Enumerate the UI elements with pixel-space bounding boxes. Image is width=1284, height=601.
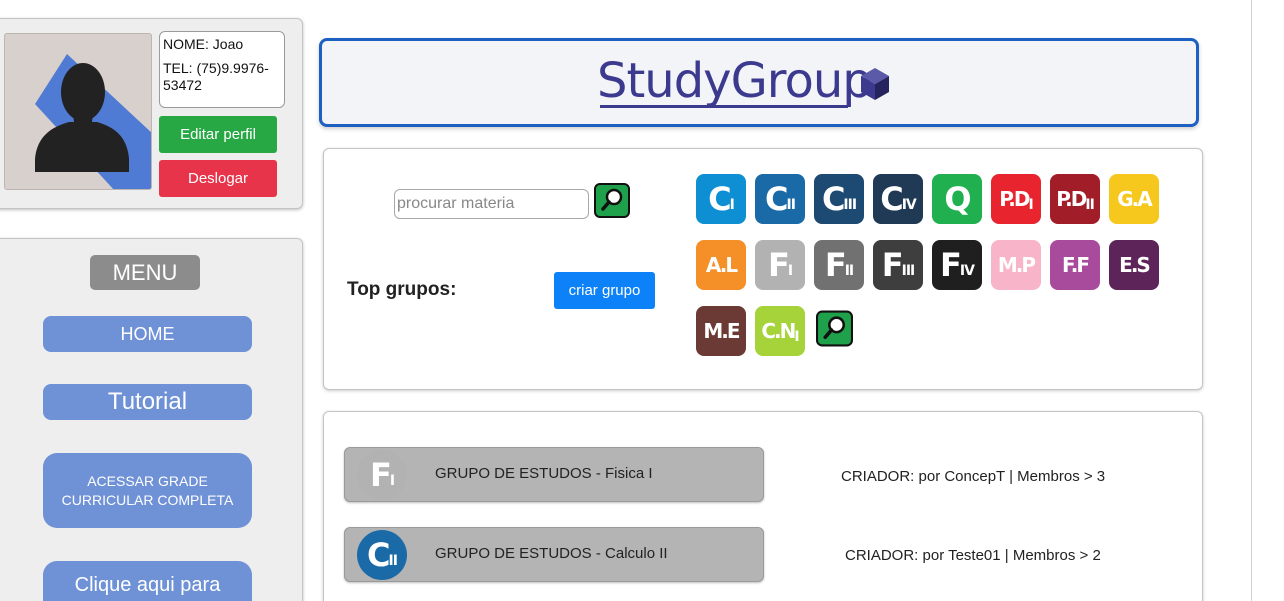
subject-tile-sub: II xyxy=(786,197,796,213)
group-meta: CRIADOR: por ConcepT | Membros > 3 xyxy=(841,468,1106,485)
subject-tile-label: P.D xyxy=(1056,187,1087,211)
group-icon-label: C xyxy=(367,536,391,574)
logo-text: StudyGroup xyxy=(597,53,873,109)
subject-tile[interactable]: M.P xyxy=(991,240,1041,290)
group-icon-sub: II xyxy=(388,553,398,569)
logo-banner: StudyGroup xyxy=(319,38,1199,127)
group-subject-icon: FI xyxy=(357,450,407,500)
subject-tile[interactable]: M.E xyxy=(696,306,746,356)
search-panel: Top grupos: criar grupo CICIICIIICIVQP.D… xyxy=(323,148,1203,390)
logout-button[interactable]: Deslogar xyxy=(159,160,277,197)
subject-tile-label: P.D xyxy=(999,187,1030,211)
subject-tile-sub: II xyxy=(1085,197,1094,213)
page-edge xyxy=(1251,0,1252,601)
menu-grade-button[interactable]: ACESSAR GRADE CURRICULAR COMPLETA xyxy=(43,453,252,528)
subject-tile[interactable]: FI xyxy=(755,240,805,290)
subject-tile[interactable]: F II xyxy=(814,240,864,290)
subject-tile-label: F xyxy=(940,246,962,284)
subject-tile[interactable]: A.L xyxy=(696,240,746,290)
group-row[interactable]: FI GRUPO DE ESTUDOS - Fisica I xyxy=(344,447,764,502)
group-icon-sub: I xyxy=(389,473,395,489)
subject-tile-label: C xyxy=(880,180,904,218)
subject-tile[interactable]: P.D I xyxy=(991,174,1041,224)
subject-tile-sub: IV xyxy=(959,263,975,279)
menu-clique-button[interactable]: Clique aqui para xyxy=(43,561,252,601)
group-row[interactable]: C II GRUPO DE ESTUDOS - Calculo II xyxy=(344,527,764,582)
profile-tel: TEL: (75)9.9976-53472 xyxy=(163,60,269,93)
subject-grid: C I C II C III C IV Q P.D I P.D II G.A A.L F I F II F III F IV… xyxy=(696,174,1166,364)
subject-tile-sub: III xyxy=(901,263,916,279)
group-name: GRUPO DE ESTUDOS - Fisica I xyxy=(435,465,653,482)
subject-tile[interactable]: C IV xyxy=(873,174,923,224)
subject-tile-label: E.S xyxy=(1119,253,1151,277)
subject-tile-sub: I xyxy=(1028,197,1033,213)
subject-tile-sub: I xyxy=(787,263,793,279)
subject-tile[interactable]: F IV xyxy=(932,240,982,290)
subject-tile-label: M.E xyxy=(703,319,740,343)
subject-tile-label: F.F xyxy=(1062,253,1090,277)
profile-card: NOME: Joao TEL: (75)9.9976-53472 Editar … xyxy=(0,18,303,209)
group-meta: CRIADOR: por Teste01 | Membros > 2 xyxy=(845,547,1101,564)
subject-tile-sub: IV xyxy=(901,197,917,213)
edit-profile-button[interactable]: Editar perfil xyxy=(159,116,277,153)
subject-tile-label: A.L xyxy=(705,253,738,277)
magnifier-icon[interactable] xyxy=(816,310,853,347)
subject-tile-label: F xyxy=(881,246,904,284)
subject-tile[interactable]: CI xyxy=(696,174,746,224)
subject-tile[interactable]: G.A xyxy=(1109,174,1159,224)
subject-tile[interactable]: E.S xyxy=(1109,240,1159,290)
subject-tile[interactable]: P.D II xyxy=(1050,174,1100,224)
subject-tile-sub: I xyxy=(794,329,799,345)
subject-tile-label: F xyxy=(824,246,847,284)
subject-tile[interactable]: C III xyxy=(814,174,864,224)
subject-tile[interactable]: C II xyxy=(755,174,805,224)
subject-tile-label: C xyxy=(708,180,732,218)
magnifier-icon[interactable] xyxy=(594,183,630,218)
subject-tile[interactable]: Q xyxy=(932,174,982,224)
menu-panel: MENU HOME Tutorial ACESSAR GRADE CURRICU… xyxy=(0,238,303,601)
subject-tile-label: C xyxy=(765,180,789,218)
subject-tile-sub: I xyxy=(729,197,735,213)
subject-tile-label: Q xyxy=(944,180,971,218)
menu-tutorial-button[interactable]: Tutorial xyxy=(43,384,252,420)
top-groups-label: Top grupos: xyxy=(347,279,457,300)
subject-tile[interactable]: F.F xyxy=(1050,240,1100,290)
menu-title: MENU xyxy=(90,255,200,290)
page: NOME: Joao TEL: (75)9.9976-53472 Editar … xyxy=(0,0,1284,601)
subject-tile-sub: II xyxy=(844,263,854,279)
logo-underline xyxy=(600,105,848,108)
subject-tile-label: M.P xyxy=(997,253,1036,277)
subject-tile-label: C.N xyxy=(761,319,796,343)
groups-panel: FI GRUPO DE ESTUDOS - Fisica I CRIADOR: … xyxy=(323,411,1203,601)
cube-icon xyxy=(861,68,889,100)
profile-name: NOME: Joao xyxy=(163,36,244,52)
group-subject-icon: C II xyxy=(357,530,407,580)
subject-tile[interactable]: C.N I xyxy=(755,306,805,356)
avatar xyxy=(4,33,152,190)
group-name: GRUPO DE ESTUDOS - Calculo II xyxy=(435,545,668,562)
menu-home-button[interactable]: HOME xyxy=(43,316,252,352)
subject-tile[interactable]: F III xyxy=(873,240,923,290)
subject-tile-label: C xyxy=(821,180,846,218)
create-group-button[interactable]: criar grupo xyxy=(554,272,655,309)
subject-tile-label: G.A xyxy=(1117,187,1152,211)
subject-tile-sub: III xyxy=(843,197,857,213)
subject-tile-label: F xyxy=(767,246,790,284)
group-icon-label: F xyxy=(369,456,392,494)
search-input[interactable] xyxy=(394,189,589,219)
person-silhouette-icon xyxy=(35,54,151,189)
profile-info: NOME: Joao TEL: (75)9.9976-53472 xyxy=(159,31,285,108)
